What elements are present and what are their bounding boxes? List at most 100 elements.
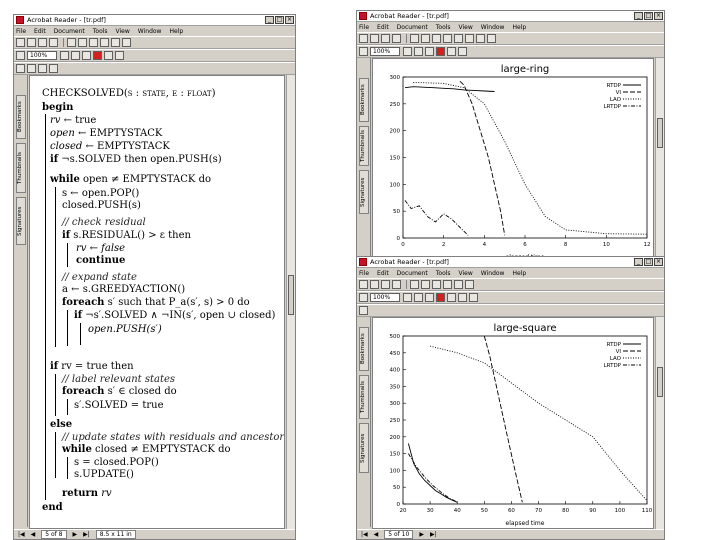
acrobat-tool-icon[interactable] <box>436 293 445 302</box>
left-vertical-scrollbar[interactable] <box>286 75 295 529</box>
br-title-bar[interactable]: Acrobat Reader - [tr.pdf] _ □ × <box>357 257 664 268</box>
menu-tools[interactable]: Tools <box>436 270 451 277</box>
minimize-icon[interactable]: _ <box>634 12 643 20</box>
zoom-field[interactable]: 100% <box>27 51 57 60</box>
menu-file[interactable]: File <box>16 28 26 35</box>
back-icon[interactable] <box>454 280 463 289</box>
minimize-icon[interactable]: _ <box>634 258 643 266</box>
menu-view[interactable]: View <box>459 270 473 277</box>
hand-tool-icon[interactable] <box>476 34 485 43</box>
menu-help[interactable]: Help <box>512 24 526 31</box>
actual-size-icon[interactable] <box>60 51 69 60</box>
print-icon[interactable] <box>38 38 47 47</box>
actual-size-icon[interactable] <box>403 47 412 56</box>
menu-edit[interactable]: Edit <box>377 270 389 277</box>
next-page-icon[interactable] <box>432 280 441 289</box>
tab-signatures[interactable]: Signatures <box>359 423 369 473</box>
highlight-icon[interactable] <box>38 64 47 73</box>
acrobat-tool-icon[interactable] <box>93 51 102 60</box>
close-icon[interactable]: × <box>654 12 663 20</box>
tr-title-bar[interactable]: Acrobat Reader - [tr.pdf] _ □ × <box>357 11 664 22</box>
tab-signatures[interactable]: Signatures <box>359 170 369 214</box>
scroll-thumb[interactable] <box>657 118 663 148</box>
hand-tool-icon[interactable] <box>16 64 25 73</box>
text-select-icon[interactable] <box>487 34 496 43</box>
page-indicator[interactable]: 5 of 10 <box>384 530 414 539</box>
maximize-icon[interactable]: □ <box>644 258 653 266</box>
menu-edit[interactable]: Edit <box>377 24 389 31</box>
first-page-icon[interactable] <box>67 38 76 47</box>
save-icon[interactable] <box>370 280 379 289</box>
menu-window[interactable]: Window <box>481 24 505 31</box>
next-page-icon[interactable] <box>432 34 441 43</box>
tab-thumbnails[interactable]: Thumbnails <box>359 126 369 166</box>
tab-bookmarks[interactable]: Bookmarks <box>16 95 26 139</box>
email-icon[interactable] <box>392 34 401 43</box>
menu-window[interactable]: Window <box>481 270 505 277</box>
next-page-icon[interactable] <box>89 38 98 47</box>
menu-view[interactable]: View <box>459 24 473 31</box>
annotate-icon[interactable] <box>27 64 36 73</box>
annotate-icon[interactable] <box>469 293 478 302</box>
back-icon[interactable] <box>111 38 120 47</box>
page-indicator[interactable]: 5 of 8 <box>41 530 67 539</box>
menu-file[interactable]: File <box>359 270 369 277</box>
fit-width-icon[interactable] <box>82 51 91 60</box>
prev-page-button[interactable]: ◀ <box>374 531 379 538</box>
menu-tools[interactable]: Tools <box>436 24 451 31</box>
acrobat-tool-icon[interactable] <box>436 47 445 56</box>
next-page-button[interactable]: ▶ <box>73 531 78 538</box>
close-icon[interactable]: × <box>285 16 294 24</box>
zoom-icon[interactable] <box>16 51 25 60</box>
text-select-icon[interactable] <box>115 51 124 60</box>
search-icon[interactable] <box>447 47 456 56</box>
first-page-icon[interactable] <box>410 280 419 289</box>
menu-document[interactable]: Document <box>397 270 428 277</box>
tab-signatures[interactable]: Signatures <box>16 197 26 245</box>
zoom-icon[interactable] <box>359 293 368 302</box>
zoom-icon[interactable] <box>359 47 368 56</box>
back-icon[interactable] <box>454 34 463 43</box>
maximize-icon[interactable]: □ <box>644 12 653 20</box>
close-icon[interactable]: × <box>654 258 663 266</box>
email-icon[interactable] <box>49 38 58 47</box>
zoom-field[interactable]: 100% <box>370 47 400 56</box>
menu-document[interactable]: Document <box>397 24 428 31</box>
tr-vertical-scrollbar[interactable] <box>655 58 664 262</box>
first-page-icon[interactable] <box>410 34 419 43</box>
last-page-icon[interactable] <box>100 38 109 47</box>
first-page-button[interactable]: |◀ <box>361 531 368 538</box>
crop-icon[interactable] <box>49 64 58 73</box>
zoom-field[interactable]: 100% <box>370 293 400 302</box>
prev-page-icon[interactable] <box>421 280 430 289</box>
forward-icon[interactable] <box>465 280 474 289</box>
fit-width-icon[interactable] <box>425 293 434 302</box>
menu-help[interactable]: Help <box>169 28 183 35</box>
next-page-button[interactable]: ▶ <box>419 531 424 538</box>
last-page-button[interactable]: ▶| <box>83 531 90 538</box>
open-icon[interactable] <box>16 38 25 47</box>
last-page-icon[interactable] <box>443 280 452 289</box>
forward-icon[interactable] <box>465 34 474 43</box>
search-icon[interactable] <box>104 51 113 60</box>
left-title-bar[interactable]: Acrobat Reader - [tr.pdf] _ □ × <box>14 15 295 26</box>
tab-thumbnails[interactable]: Thumbnails <box>359 375 369 419</box>
menu-document[interactable]: Document <box>54 28 85 35</box>
menu-help[interactable]: Help <box>512 270 526 277</box>
text-select-icon[interactable] <box>458 293 467 302</box>
first-page-button[interactable]: |◀ <box>18 531 25 538</box>
scroll-thumb[interactable] <box>288 275 294 315</box>
save-icon[interactable] <box>27 38 36 47</box>
prev-page-button[interactable]: ◀ <box>31 531 36 538</box>
annotate-icon[interactable] <box>458 47 467 56</box>
menu-file[interactable]: File <box>359 24 369 31</box>
search-icon[interactable] <box>447 293 456 302</box>
save-icon[interactable] <box>370 34 379 43</box>
fit-width-icon[interactable] <box>425 47 434 56</box>
fit-page-icon[interactable] <box>414 47 423 56</box>
email-icon[interactable] <box>392 280 401 289</box>
br-vertical-scrollbar[interactable] <box>655 317 664 529</box>
minimize-icon[interactable]: _ <box>265 16 274 24</box>
last-page-button[interactable]: ▶| <box>430 531 437 538</box>
hand-tool-icon[interactable] <box>359 306 368 315</box>
